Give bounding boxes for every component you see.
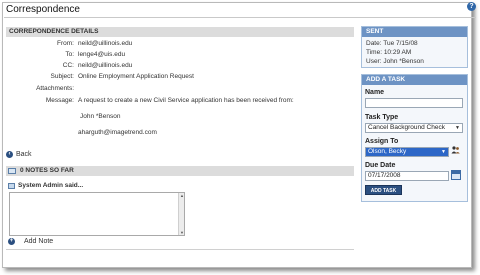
user-lookup-icon[interactable] xyxy=(451,146,460,154)
add-task-heading: ADD A TASK xyxy=(362,75,467,85)
add-note-label: Add Note xyxy=(24,238,54,245)
back-label: Back xyxy=(16,151,32,158)
chevron-down-icon: ▼ xyxy=(441,149,446,155)
cc-label: CC: xyxy=(62,62,74,69)
notes-bubble-icon xyxy=(8,168,16,174)
sent-heading: SENT xyxy=(362,27,467,37)
task-type-label: Task Type xyxy=(365,114,399,121)
assign-to-value: Olson, Becky xyxy=(368,148,407,155)
from-label: From: xyxy=(57,40,74,47)
cc-value: neild@uillinois.edu xyxy=(78,62,133,69)
add-note-link[interactable]: + Add Note xyxy=(8,238,53,245)
title-divider xyxy=(4,17,476,18)
subject-value: Online Employment Application Request xyxy=(78,73,194,80)
task-type-select[interactable]: Cancel Background Check ▼ xyxy=(365,123,463,133)
page-title: Correspondence xyxy=(6,4,80,15)
back-arrow-icon: ‹ xyxy=(6,151,13,158)
sent-date: Date: Tue 7/15/08 xyxy=(366,40,418,47)
bottom-divider xyxy=(6,249,354,250)
chevron-down-icon: ▼ xyxy=(455,125,460,131)
to-label: To: xyxy=(65,51,74,58)
note-author-label: System Admin said... xyxy=(18,182,84,189)
task-name-input[interactable] xyxy=(365,98,463,108)
message-label: Message: xyxy=(45,97,74,104)
sent-user: User: John *Benson xyxy=(366,58,424,65)
note-textarea[interactable] xyxy=(9,192,185,236)
plus-icon: + xyxy=(8,238,15,245)
notes-heading: 0 NOTES SO FAR xyxy=(6,166,354,176)
to-value: lenge4@uis.edu xyxy=(78,51,126,58)
subject-label: Subject: xyxy=(50,73,75,80)
help-icon[interactable]: ? xyxy=(467,2,476,11)
add-task-button[interactable]: ADD TASK xyxy=(365,185,402,195)
calendar-icon[interactable] xyxy=(451,170,461,180)
due-date-label: Due Date xyxy=(365,162,396,169)
details-heading: CORREPONDENCE DETAILS xyxy=(6,27,354,37)
due-date-input[interactable]: 07/17/2008 xyxy=(365,171,449,181)
textarea-scrollbar[interactable] xyxy=(178,193,185,235)
assign-to-label: Assign To xyxy=(365,138,399,145)
task-type-value: Cancel Background Check xyxy=(368,124,445,131)
name-label: Name xyxy=(365,89,385,96)
message-line-2: John *Benson xyxy=(80,113,121,120)
note-author: System Admin said... xyxy=(8,182,83,189)
note-bubble-icon xyxy=(8,182,15,189)
message-line-3: aharguth@imagetrend.com xyxy=(78,129,157,136)
assign-to-select[interactable]: Olson, Becky ▼ xyxy=(365,147,449,157)
message-line-1: A request to create a new Civil Service … xyxy=(78,97,294,104)
attachments-label: Attachments: xyxy=(36,85,74,92)
from-value: neild@uillinois.edu xyxy=(78,40,133,47)
sent-panel: SENT Date: Tue 7/15/08 Time: 10:29 AM Us… xyxy=(361,26,468,68)
sent-time: Time: 10:29 AM xyxy=(366,49,412,56)
back-link[interactable]: ‹ Back xyxy=(6,151,32,158)
